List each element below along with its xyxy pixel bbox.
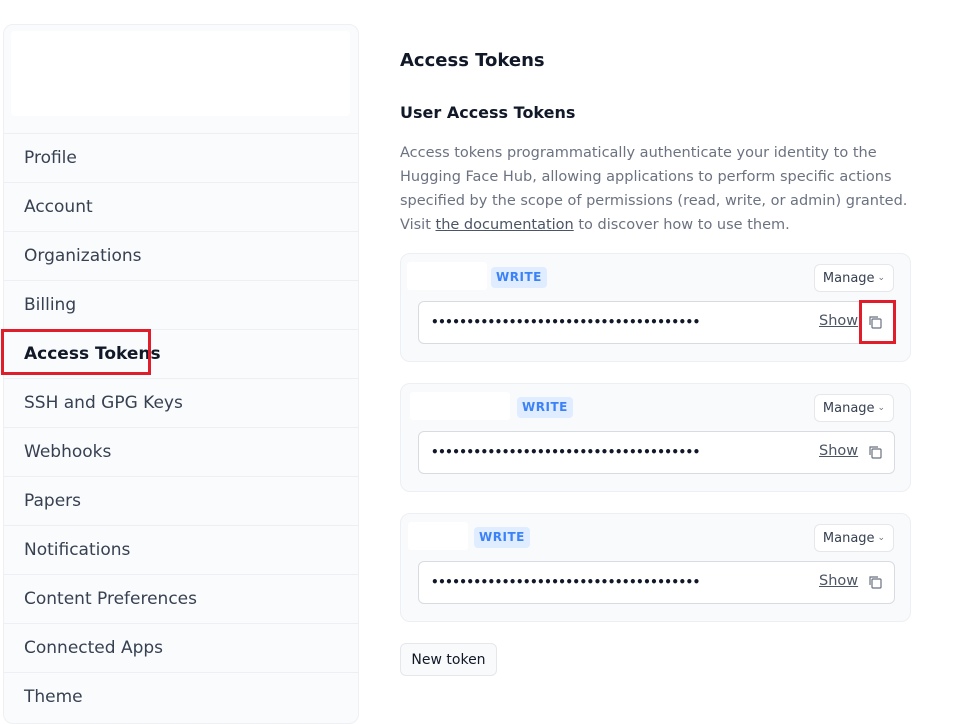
manage-button[interactable]: Manage ⌄ [814,394,894,422]
sidebar-item-connected-apps[interactable]: Connected Apps [4,623,358,672]
profile-header [11,31,350,116]
sidebar-item-label: Webhooks [24,442,112,462]
sidebar-item-organizations[interactable]: Organizations [4,231,358,280]
token-name [410,392,510,420]
sidebar-item-label: Notifications [24,540,131,560]
sidebar-item-content-preferences[interactable]: Content Preferences [4,574,358,623]
sidebar-item-papers[interactable]: Papers [4,476,358,525]
copy-icon[interactable] [868,575,882,589]
section-description: Access tokens programmatically authentic… [400,141,910,237]
active-item-highlight [1,329,151,375]
token-field[interactable]: •••••••••••••••••••••••••••••••••••••• S… [418,561,895,604]
sidebar-item-label: Organizations [24,246,142,266]
token-field[interactable]: •••••••••••••••••••••••••••••••••••••• S… [418,431,895,474]
show-token-link[interactable]: Show [819,313,858,329]
role-badge: WRITE [517,397,573,418]
sidebar-item-label: Theme [24,687,83,707]
description-text-end: to discover how to use them. [573,217,790,233]
token-value: •••••••••••••••••••••••••••••••••••••• [431,315,700,329]
sidebar-item-label: Account [24,197,93,217]
manage-button[interactable]: Manage ⌄ [814,264,894,292]
sidebar-item-label: Connected Apps [24,638,164,658]
sidebar-item-account[interactable]: Account [4,182,358,231]
token-card: WRITE Manage ⌄ ••••••••••••••••••••••••••… [400,383,911,492]
token-card: WRITE Manage ⌄ ••••••••••••••••••••••••••… [400,513,911,622]
documentation-link[interactable]: the documentation [436,217,574,233]
token-value: •••••••••••••••••••••••••••••••••••••• [431,445,700,459]
token-name [407,262,487,290]
chevron-down-icon: ⌄ [877,533,886,543]
copy-icon-highlight [859,300,896,344]
token-card: WRITE Manage ⌄ ••••••••••••••••••••••••••… [400,253,911,362]
manage-button[interactable]: Manage ⌄ [814,524,894,552]
sidebar-item-billing[interactable]: Billing [4,280,358,329]
sidebar-item-label: Profile [24,148,77,168]
sidebar-item-profile[interactable]: Profile [4,133,358,182]
show-token-link[interactable]: Show [819,573,858,589]
sidebar-item-label: SSH and GPG Keys [24,393,183,413]
manage-label: Manage [822,400,875,416]
sidebar-item-label: Papers [24,491,82,511]
role-badge: WRITE [491,267,547,288]
sidebar-item-notifications[interactable]: Notifications [4,525,358,574]
sidebar-item-theme[interactable]: Theme [4,672,358,721]
sidebar-item-ssh-gpg-keys[interactable]: SSH and GPG Keys [4,378,358,427]
manage-label: Manage [822,270,875,286]
chevron-down-icon: ⌄ [877,273,886,283]
token-field[interactable]: •••••••••••••••••••••••••••••••••••••• S… [418,301,895,344]
role-badge: WRITE [474,527,530,548]
token-value: •••••••••••••••••••••••••••••••••••••• [431,575,700,589]
manage-label: Manage [822,530,875,546]
new-token-button[interactable]: New token [400,643,497,676]
page-title: Access Tokens [400,50,545,71]
copy-icon[interactable] [868,445,882,459]
chevron-down-icon: ⌄ [877,403,886,413]
sidebar-item-webhooks[interactable]: Webhooks [4,427,358,476]
section-title: User Access Tokens [400,103,576,122]
sidebar-item-label: Billing [24,295,77,315]
sidebar-item-label: Content Preferences [24,589,197,609]
show-token-link[interactable]: Show [819,443,858,459]
token-name [408,522,468,550]
